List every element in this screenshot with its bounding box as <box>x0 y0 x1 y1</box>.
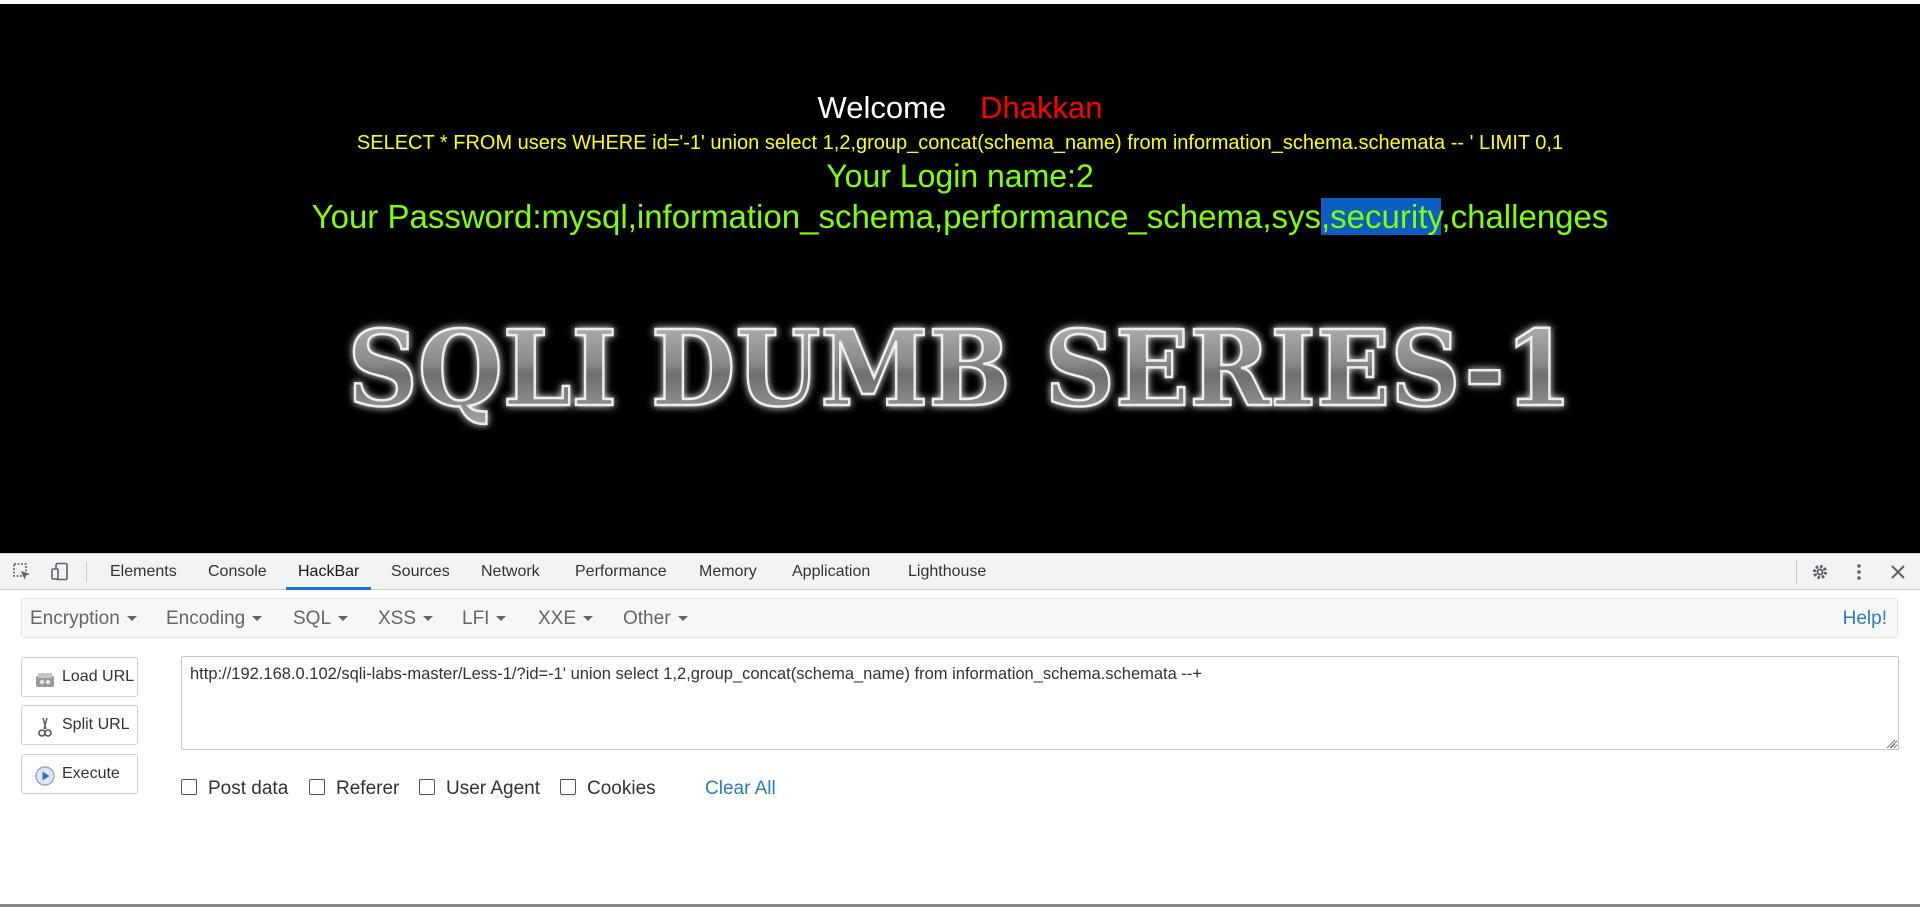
referer-checkbox[interactable]: Referer <box>309 776 399 802</box>
devtools-tabbar: Elements Console HackBar Sources Network… <box>0 553 1920 590</box>
execute-button[interactable]: Execute <box>21 754 138 794</box>
url-textarea[interactable]: http://192.168.0.102/sqli-labs-master/Le… <box>181 656 1899 750</box>
user-agent-checkbox[interactable]: User Agent <box>419 776 540 802</box>
option-label: Post data <box>208 778 289 799</box>
login-name-text: Your Login name:2 <box>826 158 1094 194</box>
scissors-icon <box>34 716 56 738</box>
tab-elements[interactable]: Elements <box>98 554 189 589</box>
post-data-checkbox[interactable]: Post data <box>181 776 288 802</box>
viewport-top-border <box>0 0 1920 4</box>
load-url-button[interactable]: Load URL <box>21 657 138 697</box>
sql-query-text: SELECT * FROM users WHERE id='-1' union … <box>356 132 1564 154</box>
inspect-element-icon[interactable] <box>12 562 32 582</box>
split-url-label: Split URL <box>62 716 130 733</box>
toolbar-divider <box>86 562 87 582</box>
caret-down-icon <box>496 616 507 622</box>
tab-application[interactable]: Application <box>780 554 882 589</box>
gear-icon[interactable] <box>1810 562 1830 582</box>
password-prefix: Your Password:mysql,information_schema,p… <box>311 198 1321 235</box>
caret-down-icon <box>126 616 137 622</box>
clear-all-link[interactable]: Clear All <box>705 776 776 802</box>
tab-lighthouse[interactable]: Lighthouse <box>896 554 998 589</box>
menu-label: Encoding <box>166 608 246 629</box>
tab-network[interactable]: Network <box>469 554 552 589</box>
menu-lfi[interactable]: LFI <box>462 599 507 639</box>
close-icon[interactable] <box>1888 562 1908 582</box>
tab-memory[interactable]: Memory <box>687 554 769 589</box>
menu-xxe[interactable]: XXE <box>538 599 594 639</box>
selected-text: ,security <box>1321 198 1442 235</box>
menu-label: XXE <box>538 608 577 629</box>
execute-label: Execute <box>62 765 120 782</box>
more-vertical-icon[interactable] <box>1849 562 1869 582</box>
menu-label: SQL <box>293 608 332 629</box>
right-divider <box>1796 560 1797 584</box>
menu-label: LFI <box>462 608 490 629</box>
caret-down-icon <box>252 616 263 622</box>
svg-text:SQLI DUMB SERIES-1: SQLI DUMB SERIES-1 <box>348 307 1573 430</box>
tab-sources[interactable]: Sources <box>379 554 462 589</box>
sqli-dumb-series-banner: SQLI DUMB SERIES-1 <box>340 300 1580 430</box>
option-label: User Agent <box>446 778 540 799</box>
page-viewport: Welcome Dhakkan SELECT * FROM users WHERE… <box>0 0 1920 553</box>
tab-console[interactable]: Console <box>196 554 279 589</box>
password-text: Your Password:mysql,information_schema,p… <box>0 195 1920 239</box>
option-label: Referer <box>336 778 400 799</box>
load-url-icon <box>34 668 56 690</box>
menu-xss[interactable]: XSS <box>378 599 434 639</box>
caret-down-icon <box>423 616 434 622</box>
tab-performance[interactable]: Performance <box>563 554 679 589</box>
caret-down-icon <box>338 616 349 622</box>
device-toolbar-icon[interactable] <box>50 562 70 582</box>
load-url-label: Load URL <box>62 668 135 685</box>
play-icon <box>34 765 56 787</box>
menu-encoding[interactable]: Encoding <box>166 599 263 639</box>
menu-label: Encryption <box>30 608 120 629</box>
menu-label: XSS <box>378 608 417 629</box>
caret-down-icon <box>583 616 594 622</box>
resize-handle-icon[interactable] <box>1884 736 1896 749</box>
devtools-panel: Elements Console HackBar Sources Network… <box>0 553 1920 907</box>
split-url-button[interactable]: Split URL <box>21 705 138 745</box>
welcome-username: Dhakkan <box>980 90 1103 125</box>
cookies-checkbox[interactable]: Cookies <box>560 776 656 802</box>
option-label: Cookies <box>587 778 656 799</box>
checkbox-icon <box>309 779 325 796</box>
help-link[interactable]: Help! <box>1843 599 1887 639</box>
hackbar-menubar: Encryption Encoding SQL XSS LFI XXE Othe… <box>21 598 1898 638</box>
checkbox-icon <box>419 779 435 796</box>
tab-hackbar[interactable]: HackBar <box>286 554 372 590</box>
menu-other[interactable]: Other <box>623 599 688 639</box>
menu-sql[interactable]: SQL <box>293 599 349 639</box>
menu-encryption[interactable]: Encryption <box>30 599 137 639</box>
password-suffix: ,challenges <box>1441 198 1609 235</box>
welcome-line: Welcome Dhakkan <box>0 88 1920 128</box>
checkbox-icon <box>560 779 576 796</box>
checkbox-icon <box>181 779 197 796</box>
welcome-text: Welcome <box>817 90 947 125</box>
menu-label: Other <box>623 608 671 629</box>
caret-down-icon <box>677 616 688 622</box>
